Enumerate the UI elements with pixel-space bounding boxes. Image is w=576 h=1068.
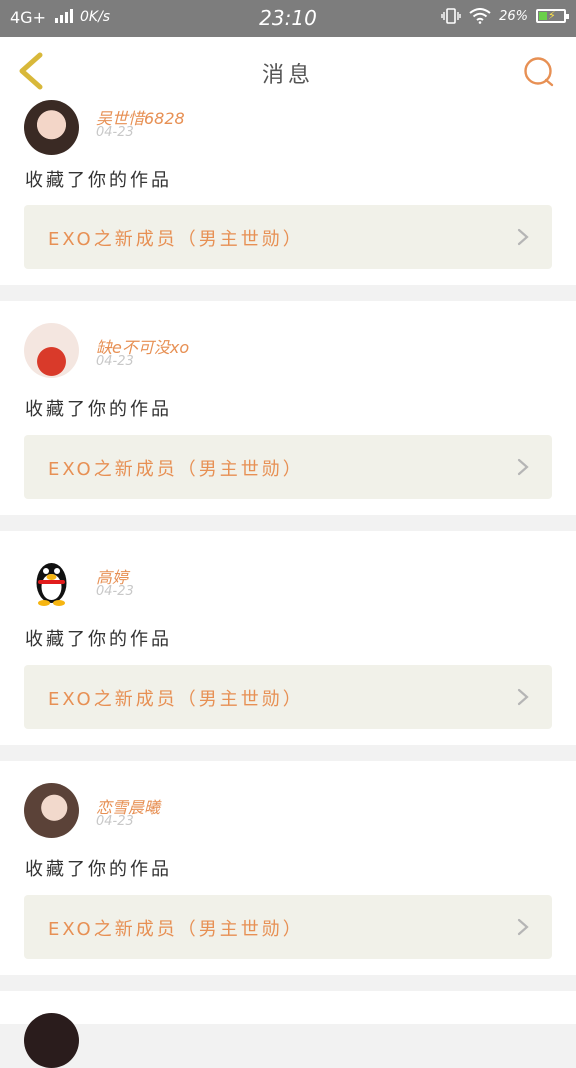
message-date: 04-23 [96,584,134,599]
avatar[interactable] [24,100,79,155]
chevron-right-icon [517,228,529,246]
avatar[interactable] [24,323,79,378]
status-bar: 4G+ 0K/s 23:10 26% ⚡ [0,0,576,37]
avatar[interactable] [24,783,79,838]
work-link[interactable]: EXO之新成员（男主世勋） [24,665,552,729]
chevron-right-icon [517,458,529,476]
message-card [0,991,576,1068]
avatar[interactable] [24,553,79,608]
action-text: 收藏了你的作品 [25,859,172,880]
message-card: 恋雪晨曦 04-23 收藏了你的作品 EXO之新成员（男主世勋） [0,761,576,975]
message-card: 高婷 04-23 收藏了你的作品 EXO之新成员（男主世勋） [0,531,576,745]
nav-bar: 消息 [0,37,576,107]
work-link[interactable]: EXO之新成员（男主世勋） [24,895,552,959]
search-icon[interactable] [522,55,556,89]
work-link[interactable]: EXO之新成员（男主世勋） [24,435,552,499]
work-title: EXO之新成员（男主世勋） [48,689,304,710]
action-text: 收藏了你的作品 [25,170,172,191]
work-link[interactable]: EXO之新成员（男主世勋） [24,205,552,269]
message-date: 04-23 [96,814,134,829]
vibrate-icon [441,8,461,24]
action-text: 收藏了你的作品 [25,629,172,650]
page-title: 消息 [261,63,314,88]
work-title: EXO之新成员（男主世勋） [48,229,304,250]
wifi-icon [469,8,491,24]
avatar[interactable] [24,1013,79,1068]
message-card: 吴世惜6828 04-23 收藏了你的作品 EXO之新成员（男主世勋） [0,100,576,285]
chevron-right-icon [517,918,529,936]
penguin-icon [36,563,67,606]
action-text: 收藏了你的作品 [25,399,172,420]
message-card: 缺e不可没xo 04-23 收藏了你的作品 EXO之新成员（男主世勋） [0,301,576,515]
message-date: 04-23 [96,354,134,369]
work-title: EXO之新成员（男主世勋） [48,919,304,940]
chevron-right-icon [517,688,529,706]
battery-icon: ⚡ [536,9,569,23]
battery-percent: 26% [499,8,528,24]
status-icons: 26% ⚡ [441,8,569,24]
message-date: 04-23 [96,125,134,140]
work-title: EXO之新成员（男主世勋） [48,459,304,480]
